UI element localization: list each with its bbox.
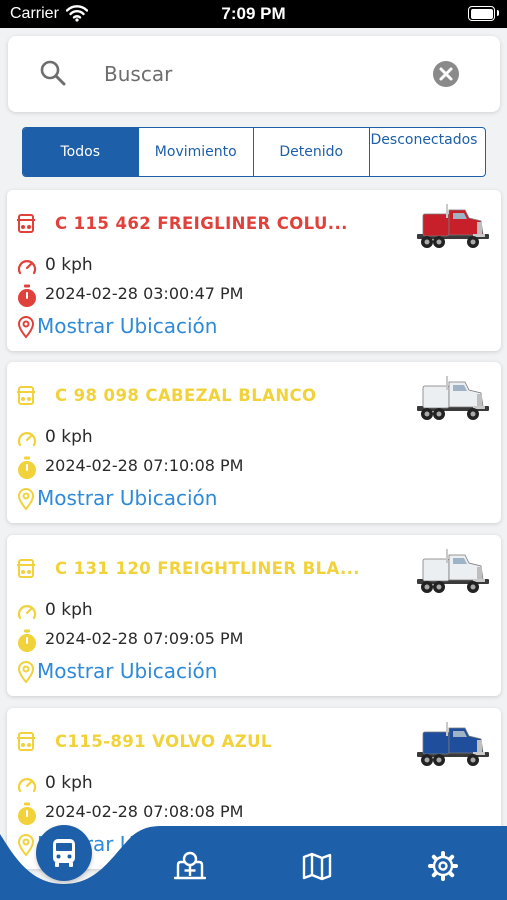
clock: 7:09 PM [221,4,286,23]
stopwatch-icon [18,284,36,307]
vehicle-plate-icon [17,386,35,405]
tab-movimiento[interactable]: Movimiento [139,128,254,176]
vehicle-speed: 0 kph [45,600,93,620]
speedometer-icon [17,260,37,275]
vehicle-card[interactable]: C 131 120 FREIGHTLINER BLA... 0 kph 2024… [7,535,501,696]
map-icon[interactable] [301,850,333,882]
battery-icon [468,6,499,21]
speedometer-icon [17,432,37,447]
vehicle-card[interactable]: C 115 462 FREIGLINER COLU... 0 kph 2024-… [7,190,501,351]
vehicle-speed: 0 kph [45,427,93,447]
nav-vehicles-button[interactable] [36,825,92,881]
hospital-plus-icon[interactable] [174,850,206,882]
status-bar: Carrier 7:09 PM [0,0,507,28]
vehicle-speed: 0 kph [45,255,93,275]
vehicle-plate-icon [17,732,35,751]
location-pin-icon [17,488,35,511]
truck-image [417,549,489,593]
speedometer-icon [17,605,37,620]
truck-image [417,204,489,248]
status-filter-tabs: Todos Movimiento Detenido Desconectados [22,127,486,177]
tab-todos[interactable]: Todos [23,128,139,176]
vehicle-timestamp: 2024-02-28 07:10:08 PM [45,456,244,475]
vehicle-speed: 0 kph [45,773,93,793]
vehicle-timestamp: 2024-02-28 07:08:08 PM [45,802,244,821]
vehicle-plate-icon [17,214,35,233]
show-location-link[interactable]: Mostrar Ubicación [37,486,217,510]
speedometer-icon [17,778,37,793]
settings-gear-icon[interactable] [427,850,459,882]
truck-image [417,376,489,420]
vehicle-timestamp: 2024-02-28 03:00:47 PM [45,284,244,303]
stopwatch-icon [18,629,36,652]
location-pin-icon [17,316,35,339]
search-bar [8,36,500,112]
vehicle-name: C115-891 VOLVO AZUL [55,732,272,751]
truck-image [417,722,489,766]
stopwatch-icon [18,456,36,479]
vehicle-plate-icon [17,559,35,578]
tab-detenido[interactable]: Detenido [254,128,370,176]
search-icon[interactable] [38,58,68,88]
bus-icon [53,839,75,867]
show-location-link[interactable]: Mostrar Ubicación [37,659,217,683]
vehicle-name: C 115 462 FREIGLINER COLU... [55,214,348,233]
vehicle-timestamp: 2024-02-28 07:09:05 PM [45,629,244,648]
vehicle-name: C 98 098 CABEZAL BLANCO [55,386,317,405]
show-location-link[interactable]: Mostrar Ubicación [37,314,217,338]
bottom-nav [0,825,507,900]
search-input[interactable] [104,56,404,92]
clear-search-icon[interactable] [432,60,460,88]
location-pin-icon [17,661,35,684]
stopwatch-icon [18,802,36,825]
vehicle-card[interactable]: C 98 098 CABEZAL BLANCO 0 kph 2024-02-28… [7,362,501,523]
tab-desconectados[interactable]: Desconectados [370,128,486,176]
vehicle-name: C 131 120 FREIGHTLINER BLA... [55,559,360,578]
